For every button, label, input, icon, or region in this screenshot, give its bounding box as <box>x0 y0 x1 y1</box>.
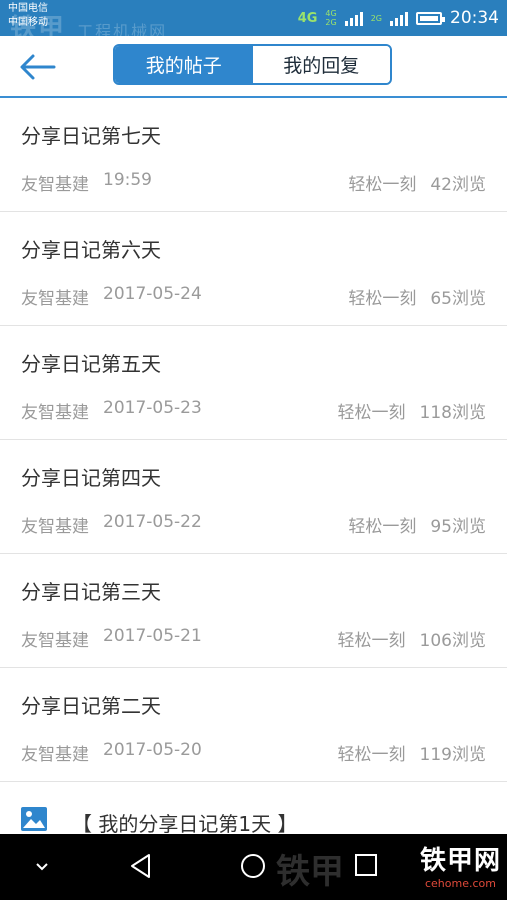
post-meta: 友智基建 2017-05-23 轻松一刻 118浏览 <box>21 398 486 423</box>
carrier-info: 中国电信 中国移动 <box>8 2 48 30</box>
post-date: 2017-05-23 <box>103 398 202 418</box>
image-icon <box>21 807 47 831</box>
back-triangle-icon[interactable] <box>128 852 154 880</box>
post-meta: 友智基建 2017-05-24 轻松一刻 65浏览 <box>21 284 486 309</box>
watermark-logo: 铁甲网 cehome.com <box>420 840 501 890</box>
status-bar: 铁甲 工程机械网 中国电信 中国移动 4G 4G 2G 2G 20:34 <box>0 0 507 44</box>
post-title: 分享日记第六天 <box>21 238 161 262</box>
list-item[interactable]: 分享日记第五天 友智基建 2017-05-23 轻松一刻 118浏览 <box>0 326 507 440</box>
list-item-partial[interactable]: 【 我的分享日记第1天 】 <box>0 794 507 836</box>
battery-icon <box>416 11 445 25</box>
network-type-2: 4G 2G <box>325 9 336 27</box>
logo-text: 铁甲网 <box>419 846 501 876</box>
post-meta: 友智基建 2017-05-21 轻松一刻 106浏览 <box>21 626 486 651</box>
chevron-down-icon[interactable] <box>32 856 52 876</box>
post-category: 轻松一刻 <box>348 289 417 309</box>
logo-domain: cehome.com <box>424 877 496 890</box>
post-date: 2017-05-20 <box>103 740 202 760</box>
list-item[interactable]: 分享日记第六天 友智基建 2017-05-24 轻松一刻 65浏览 <box>0 212 507 326</box>
network-type-3: 2G <box>371 14 382 23</box>
list-item[interactable]: 分享日记第四天 友智基建 2017-05-22 轻松一刻 95浏览 <box>0 440 507 554</box>
tab-switcher: 我的帖子 我的回复 <box>113 44 392 85</box>
network-type-1: 4G <box>297 10 318 26</box>
status-icons: 4G 4G 2G 2G 20:34 <box>298 4 499 32</box>
post-category: 轻松一刻 <box>337 403 406 423</box>
post-date: 2017-05-22 <box>103 512 202 532</box>
signal-icon <box>344 10 363 26</box>
network-label: 2G <box>370 13 382 23</box>
post-title: 分享日记第二天 <box>21 694 161 718</box>
post-category: 轻松一刻 <box>348 175 417 195</box>
post-meta: 友智基建 2017-05-20 轻松一刻 119浏览 <box>21 740 486 765</box>
post-views: 119浏览 <box>419 745 486 765</box>
post-title: 分享日记第四天 <box>21 466 161 490</box>
post-title: 【 我的分享日记第1天 】 <box>72 812 298 836</box>
post-author: 友智基建 <box>21 403 89 423</box>
post-views: 42浏览 <box>430 175 486 195</box>
post-list: 分享日记第七天 友智基建 19:59 轻松一刻 42浏览 分享日记第六天 友智基… <box>0 98 507 782</box>
watermark-bottom: 铁甲 <box>276 852 344 892</box>
post-meta: 友智基建 19:59 轻松一刻 42浏览 <box>21 170 486 195</box>
post-views: 95浏览 <box>430 517 486 537</box>
post-views: 65浏览 <box>430 289 486 309</box>
carrier-2: 中国移动 <box>8 17 48 28</box>
post-category: 轻松一刻 <box>348 517 417 537</box>
tab-my-posts[interactable]: 我的帖子 <box>115 46 253 83</box>
network-label: 2G <box>325 18 337 27</box>
carrier-1: 中国电信 <box>8 3 48 14</box>
recents-square-icon[interactable] <box>354 852 378 878</box>
post-views: 118浏览 <box>419 403 486 423</box>
post-meta: 友智基建 2017-05-22 轻松一刻 95浏览 <box>21 512 486 537</box>
post-author: 友智基建 <box>21 745 89 765</box>
post-title: 分享日记第三天 <box>21 580 161 604</box>
clock: 20:34 <box>450 8 499 28</box>
app-header: 我的帖子 我的回复 <box>0 36 507 98</box>
tab-my-replies[interactable]: 我的回复 <box>252 46 390 83</box>
post-date: 19:59 <box>103 170 152 190</box>
post-date: 2017-05-21 <box>103 626 202 646</box>
system-nav-bar: 铁甲 铁甲网 cehome.com <box>0 834 507 900</box>
post-author: 友智基建 <box>21 631 89 651</box>
post-title: 分享日记第五天 <box>21 352 161 376</box>
back-arrow-icon[interactable] <box>18 52 58 82</box>
post-category: 轻松一刻 <box>337 631 406 651</box>
list-item[interactable]: 分享日记第二天 友智基建 2017-05-20 轻松一刻 119浏览 <box>0 668 507 782</box>
network-label: 4G <box>325 9 337 18</box>
signal-icon <box>390 10 408 26</box>
post-author: 友智基建 <box>21 175 89 195</box>
list-item[interactable]: 分享日记第三天 友智基建 2017-05-21 轻松一刻 106浏览 <box>0 554 507 668</box>
list-item[interactable]: 分享日记第七天 友智基建 19:59 轻松一刻 42浏览 <box>0 98 507 212</box>
post-title: 分享日记第七天 <box>21 124 161 148</box>
post-date: 2017-05-24 <box>103 284 202 304</box>
post-views: 106浏览 <box>419 631 486 651</box>
post-author: 友智基建 <box>21 517 89 537</box>
post-author: 友智基建 <box>21 289 89 309</box>
post-category: 轻松一刻 <box>337 745 406 765</box>
home-circle-icon[interactable] <box>239 852 267 880</box>
